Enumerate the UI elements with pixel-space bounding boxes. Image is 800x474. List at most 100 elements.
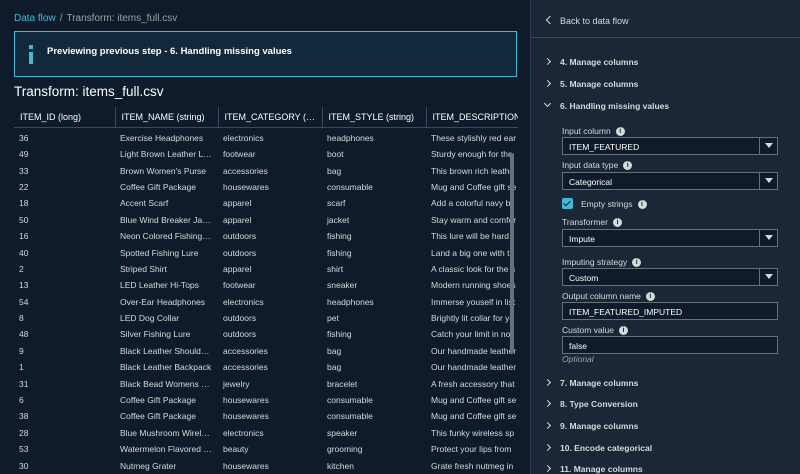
table-row: 16 Neon Colored Fishing L... outdoors fishi…: [14, 228, 518, 244]
table-row: 6 Coffee Gift Package housewares consumable…: [14, 392, 518, 408]
back-to-data-flow-link[interactable]: Back to data flow: [545, 15, 629, 26]
breadcrumb-separator: /: [59, 13, 63, 24]
table-cell: 18: [19, 198, 29, 209]
imputing-strategy-select[interactable]: Custom: [562, 268, 778, 286]
empty-strings-checkbox[interactable]: [562, 198, 573, 209]
step-7-manage-columns[interactable]: 7. Manage columns: [543, 378, 638, 394]
table-body: 36 Exercise Headphones electronics headphon…: [14, 127, 518, 474]
info-help-icon[interactable]: i: [637, 200, 647, 210]
table-cell: Modern running shoes: [431, 280, 516, 291]
table-cell: speaker: [327, 427, 358, 438]
table-cell: housewares: [223, 395, 269, 406]
table-cell: This funky wireless sp: [431, 427, 515, 438]
table-cell: 49: [19, 149, 29, 160]
step-10-encode-categorical[interactable]: 10. Encode categorical: [543, 443, 653, 459]
table-cell: Protect your lips from: [431, 444, 512, 455]
table-row: 13 LED Leather Hi-Tops footwear sneaker Mode…: [14, 277, 518, 293]
table-cell: These stylishly red ear: [431, 133, 517, 144]
table-cell: scarf: [327, 198, 346, 209]
data-preview-pane: Data flow / Transform: items_full.csv Prev…: [0, 0, 530, 474]
table-row: 50 Blue Wind Breaker Jacket apparel jacket S…: [14, 212, 518, 228]
step-label: 11. Manage columns: [560, 464, 643, 474]
table-cell: Immerse youself in list: [431, 296, 516, 307]
table-cell: footwear: [223, 149, 256, 160]
table-cell: Nutmeg Grater: [120, 460, 177, 471]
table-cell: Brown Women's Purse: [120, 165, 207, 176]
breadcrumb-data-flow-link[interactable]: Data flow: [14, 13, 56, 24]
table-cell: A fresh accessory that: [431, 378, 515, 389]
step-label: 8. Type Conversion: [560, 399, 638, 409]
table-cell: accessories: [223, 362, 268, 373]
data-table-container: ITEM_ID (long) ITEM_NAME (string) ITEM_C…: [14, 107, 518, 474]
table-cell: 30: [19, 460, 29, 471]
table-cell: Exercise Headphones: [120, 133, 204, 144]
info-help-icon[interactable]: i: [612, 218, 622, 228]
table-cell: fishing: [327, 329, 352, 340]
table-cell: accessories: [223, 345, 268, 356]
table-cell: A classic look for the s: [431, 263, 516, 274]
table-cell: Land a big one with th: [431, 247, 515, 258]
transformer-select[interactable]: Impute: [562, 229, 778, 247]
table-cell: Black Bead Womens Br...: [120, 378, 217, 389]
table-cell: jacket: [327, 214, 350, 225]
custom-value-input[interactable]: false: [562, 336, 778, 354]
table-cell: 16: [19, 231, 29, 242]
table-cell: electronics: [223, 427, 264, 438]
table-row: 48 Silver Fishing Lure outdoors fishing Catc…: [14, 326, 518, 342]
step-8-type-conversion[interactable]: 8. Type Conversion: [543, 399, 638, 415]
column-header-item-description[interactable]: ITEM_DESCRIPTION (...: [426, 107, 518, 128]
table-cell: kitchen: [327, 460, 354, 471]
table-cell: fishing: [327, 247, 352, 258]
table-cell: 33: [19, 165, 29, 176]
step-11-manage-columns[interactable]: 11. Manage columns: [543, 464, 643, 474]
dropdown-arrow-icon: [759, 230, 777, 246]
step-label: 10. Encode categorical: [560, 443, 653, 453]
table-cell: outdoors: [223, 247, 257, 258]
table-cell: outdoors: [223, 231, 257, 242]
chevron-down-icon: [543, 99, 552, 108]
table-row: 22 Coffee Gift Package housewares consumabl…: [14, 179, 518, 195]
step-9-manage-columns[interactable]: 9. Manage columns: [543, 421, 638, 437]
table-row: 38 Coffee Gift Package housewares consumabl…: [14, 408, 518, 424]
chevron-right-icon: [543, 421, 552, 430]
table-cell: housewares: [223, 411, 269, 422]
empty-strings-label: Empty strings i: [581, 199, 647, 210]
info-help-icon[interactable]: i: [623, 161, 633, 171]
chevron-right-icon: [543, 443, 552, 452]
column-header-item-name[interactable]: ITEM_NAME (string): [115, 107, 219, 128]
page-title: Transform: items_full.csv: [14, 84, 164, 99]
info-icon: [27, 45, 35, 65]
chevron-right-icon: [543, 399, 552, 408]
column-header-item-style[interactable]: ITEM_STYLE (string): [322, 107, 427, 128]
info-help-icon[interactable]: i: [632, 258, 642, 268]
info-help-icon[interactable]: i: [615, 127, 625, 137]
table-cell: beauty: [223, 444, 249, 455]
table-cell: 31: [19, 378, 29, 389]
step-4-manage-columns[interactable]: 4. Manage columns: [543, 57, 638, 73]
input-data-type-label: Input data type i: [562, 160, 633, 171]
table-row: 18 Accent Scarf apparel scarf Add a colorful…: [14, 195, 518, 211]
transformer-value: Impute: [569, 234, 595, 244]
input-column-select[interactable]: ITEM_FEATURED: [562, 137, 778, 155]
preview-info-text: Previewing previous step - 6. Handling m…: [47, 46, 292, 57]
table-scrollbar[interactable]: [510, 153, 514, 353]
table-cell: 2: [19, 263, 24, 274]
table-cell: apparel: [223, 263, 252, 274]
output-column-name-input[interactable]: ITEM_FEATURED_IMPUTED: [562, 302, 778, 320]
table-cell: 38: [19, 411, 29, 422]
panel-divider: [531, 37, 800, 38]
info-help-icon[interactable]: i: [645, 292, 655, 302]
column-header-item-category[interactable]: ITEM_CATEGORY (str...: [218, 107, 323, 128]
table-cell: 8: [19, 313, 24, 324]
table-header-row: ITEM_ID (long) ITEM_NAME (string) ITEM_C…: [14, 107, 518, 128]
step-6-handling-missing-values[interactable]: 6. Handling missing values: [543, 99, 669, 117]
table-cell: Striped Shirt: [120, 263, 167, 274]
info-help-icon[interactable]: i: [618, 326, 628, 336]
chevron-right-icon: [543, 57, 552, 66]
table-cell: Over-Ear Headphones: [120, 296, 206, 307]
column-header-item-id[interactable]: ITEM_ID (long): [14, 107, 116, 128]
custom-value-label: Custom value i: [562, 325, 628, 336]
input-data-type-select[interactable]: Categorical: [562, 172, 778, 190]
step-5-manage-columns[interactable]: 5. Manage columns: [543, 79, 638, 95]
table-cell: Our handmade leather: [431, 362, 517, 373]
